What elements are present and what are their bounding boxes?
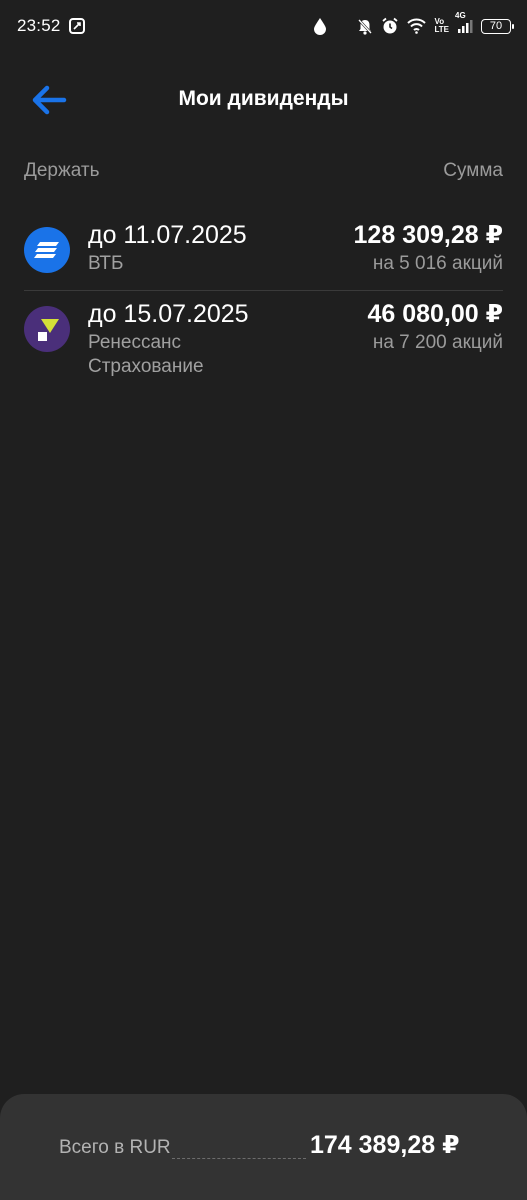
dividend-amount: 128 309,28 ₽ (353, 221, 503, 249)
dotted-leader (172, 1158, 306, 1159)
signal-icon: 4G (455, 11, 473, 34)
renaissance-logo-icon (24, 306, 70, 352)
dividend-row-vtb[interactable]: до 11.07.2025 ВТБ 128 309,28 ₽ на 5 016 … (24, 202, 503, 291)
screenshot-icon (68, 18, 85, 34)
dividend-date: до 15.07.2025 (88, 300, 249, 328)
shares-count: на 5 016 акций (372, 253, 503, 274)
company-name: Ренессанс Страхование (88, 332, 204, 377)
dividend-list: до 11.07.2025 ВТБ 128 309,28 ₽ на 5 016 … (24, 202, 503, 401)
status-bar: 23:52 Vo LTE 4G 70 (0, 0, 527, 52)
column-hold: Держать (24, 160, 100, 181)
status-time: 23:52 (17, 16, 61, 35)
alarm-icon (381, 17, 399, 35)
total-value: 174 389,28 ₽ (310, 1131, 460, 1159)
dividend-amount: 46 080,00 ₽ (367, 300, 503, 328)
wifi-icon (407, 18, 427, 34)
drop-icon (313, 17, 327, 35)
dividend-row-renaissance[interactable]: до 15.07.2025 Ренессанс Страхование 46 0… (24, 291, 503, 401)
shares-count: на 7 200 акций (372, 332, 503, 353)
page-title: Мои дивиденды (178, 87, 349, 110)
dividend-date: до 11.07.2025 (88, 221, 247, 249)
vtb-logo-icon (24, 227, 70, 273)
total-label: Всего в RUR (59, 1137, 171, 1158)
column-amount: Сумма (443, 160, 503, 181)
total-panel: Всего в RUR 174 389,28 ₽ (0, 1094, 527, 1200)
header: Мои дивиденды (0, 70, 527, 130)
column-headers: Держать Сумма (24, 160, 503, 182)
muted-bell-icon (357, 18, 373, 35)
company-name: ВТБ (88, 253, 124, 274)
volte-indicator: Vo LTE (434, 17, 449, 34)
battery-indicator: 70 (481, 18, 514, 34)
